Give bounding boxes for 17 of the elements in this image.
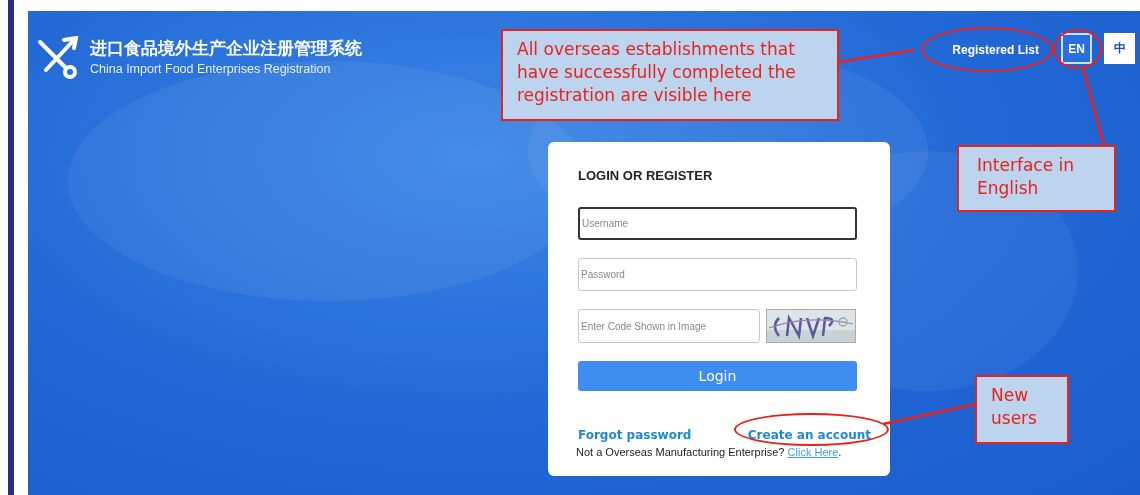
callout-box: All overseas establishments that have successfully completed the registration are visible here xyxy=(501,29,839,121)
callout-box: Interface in English xyxy=(957,145,1116,212)
forgot-password-link[interactable]: Forgot password xyxy=(578,428,692,442)
callout-box: New users xyxy=(975,375,1069,444)
app-subtitle: China Import Food Enterprises Registration xyxy=(90,61,332,77)
registered-list-link[interactable]: Registered List xyxy=(952,42,1039,57)
login-button[interactable]: Login xyxy=(578,361,857,391)
app-title: 进口食品境外生产企业注册管理系统 xyxy=(90,39,362,59)
captcha-field[interactable]: Enter Code Shown in Image xyxy=(578,309,760,343)
username-field[interactable]: Username xyxy=(578,207,857,240)
help-text: Not a Overseas Manufacturing Enterprise? Click Here. xyxy=(576,446,843,458)
create-account-link[interactable]: Create an account xyxy=(747,428,871,442)
crossed-tools-icon xyxy=(36,36,80,80)
password-field[interactable]: Password xyxy=(578,258,857,291)
language-button[interactable]: EN xyxy=(1061,33,1092,64)
language-button[interactable]: 中 xyxy=(1104,33,1135,64)
form-title: LOGIN OR REGISTER xyxy=(578,168,714,183)
